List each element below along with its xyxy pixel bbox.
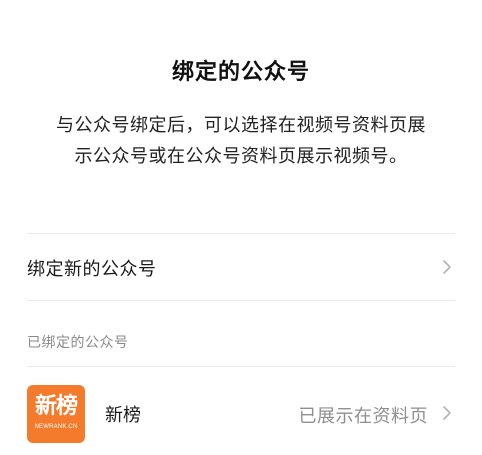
account-logo-subtext: NEWRANK.CN <box>34 424 78 430</box>
chevron-right-icon <box>443 260 451 274</box>
page-description-line-2: 示公众号或在公众号资料页展示视频号。 <box>74 146 408 167</box>
divider <box>27 300 455 301</box>
bind-new-account-label: 绑定新的公众号 <box>27 259 157 280</box>
account-logo: 新榜 NEWRANK.CN <box>27 385 85 443</box>
chevron-right-icon <box>443 406 451 420</box>
page-title: 绑定的公众号 <box>171 60 310 85</box>
page-description-line-1: 与公众号绑定后，可以选择在视频号资料页展 <box>56 115 426 136</box>
account-logo-text: 新榜 <box>34 394 78 419</box>
divider <box>27 366 455 367</box>
bound-accounts-section-header: 已绑定的公众号 <box>27 335 129 351</box>
account-display-status: 已展示在资料页 <box>298 406 428 427</box>
bind-new-account-row[interactable]: 绑定新的公众号 <box>0 234 482 300</box>
bound-account-row[interactable]: 新榜 NEWRANK.CN 新榜 已展示在资料页 <box>0 368 482 455</box>
page-description: 与公众号绑定后，可以选择在视频号资料页展 示公众号或在公众号资料页展示视频号。 <box>20 110 462 172</box>
account-name: 新榜 <box>105 405 141 426</box>
